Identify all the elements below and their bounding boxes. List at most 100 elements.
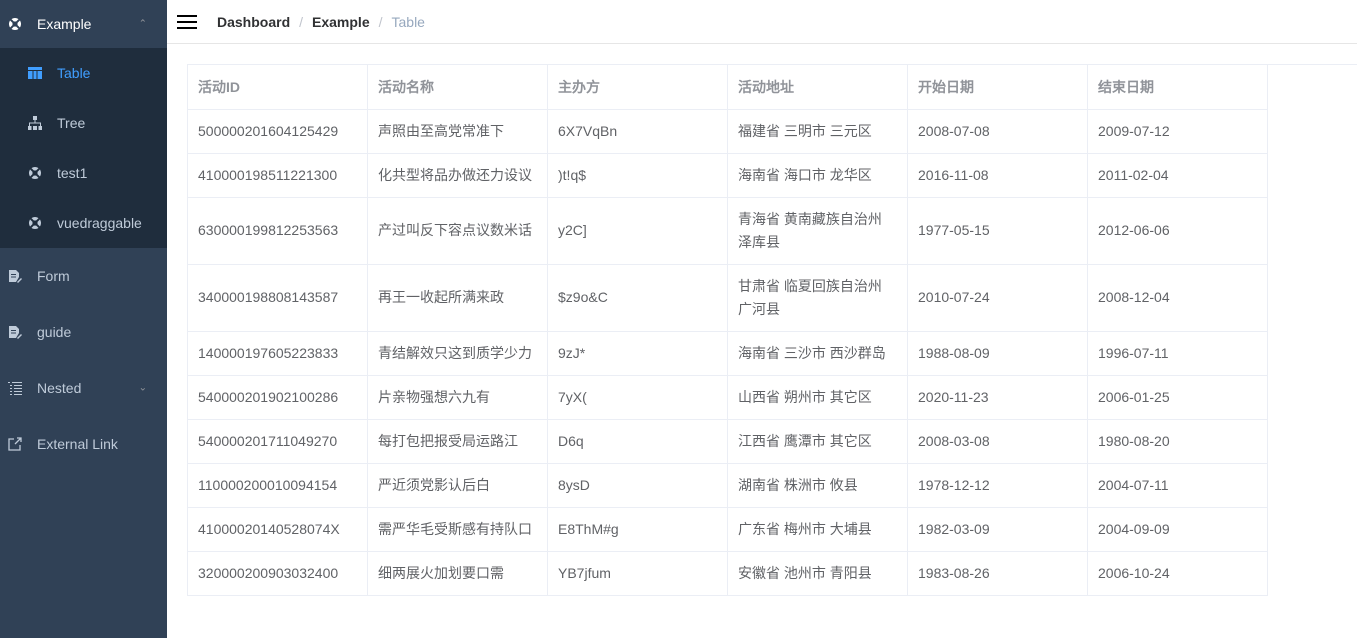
cell-start-date: 1983-08-26 — [907, 551, 1088, 596]
cell-organizer: YB7jfum — [547, 551, 728, 596]
table-row[interactable]: 110000200010094154 严近须党影认后白 8ysD 湖南省 株洲市 攸县… — [187, 463, 1268, 508]
tree-icon — [28, 116, 42, 130]
cell-organizer: D6q — [547, 419, 728, 464]
cell-organizer: 8ysD — [547, 463, 728, 508]
sidebar-item-label: External Link — [37, 436, 118, 452]
table-row[interactable]: 540000201902100286 片亲物强想六九有 7yX(山西省 朔州市 其它… — [187, 375, 1268, 420]
sidebar-item-label: Tree — [57, 115, 86, 131]
sidebar-item-guide[interactable]: guide — [0, 304, 167, 360]
example-icon — [8, 17, 22, 31]
table-header-row: 活动ID 活动名称 主办方 活动地址 开始日期 结束日期 — [187, 65, 1268, 110]
cell-organizer: 6X7VqBn — [547, 109, 728, 154]
column-header-address[interactable]: 活动地址 — [727, 65, 908, 110]
cell-address: 广东省 梅州市 大埔县 — [727, 507, 908, 552]
table-row[interactable]: 500000201604125429 声照由至高党常准下 6X7VqBn 福建省 三明… — [187, 109, 1268, 154]
cell-end-date: 2004-07-11 — [1087, 463, 1268, 508]
cell-address: 海南省 三沙市 西沙群岛 — [727, 331, 908, 376]
table-icon — [28, 66, 42, 80]
table-row[interactable]: 410000198511221300 化共型将品办做还力设议)t!q$ 海南省 海口… — [187, 153, 1268, 198]
example-submenu: Table Tree test1 vuedraggable — [0, 48, 167, 248]
cell-start-date: 1978-12-12 — [907, 463, 1088, 508]
breadcrumb: Dashboard / Example / Table — [217, 14, 425, 30]
cell-organizer: y2C] — [547, 197, 728, 265]
sidebar-item-label: Form — [37, 268, 70, 284]
form-icon — [8, 325, 22, 339]
cell-end-date: 2009-07-12 — [1087, 109, 1268, 154]
cell-address: 海南省 海口市 龙华区 — [727, 153, 908, 198]
breadcrumb-example[interactable]: Example — [312, 14, 370, 30]
column-header-end-date[interactable]: 结束日期 — [1087, 65, 1268, 110]
chevron-down-icon: ⌄ — [138, 382, 147, 394]
cell-name: 再王一收起所满来政 — [367, 264, 548, 332]
cell-name: 产过叫反下容点议数米话 — [367, 197, 548, 265]
cell-id: 140000197605223833 — [187, 331, 368, 376]
cell-name: 化共型将品办做还力设议 — [367, 153, 548, 198]
cell-id: 320000200903032400 — [187, 551, 368, 596]
cell-name: 每打包把报受局运路江 — [367, 419, 548, 464]
breadcrumb-separator: / — [378, 13, 383, 30]
form-icon — [8, 269, 22, 283]
example-icon — [28, 216, 42, 230]
sidebar-item-tree[interactable]: Tree — [0, 98, 167, 148]
hamburger-button[interactable] — [167, 0, 207, 44]
cell-end-date: 2006-01-25 — [1087, 375, 1268, 420]
sidebar-item-form[interactable]: Form — [0, 248, 167, 304]
cell-start-date: 1977-05-15 — [907, 197, 1088, 265]
cell-id: 41000020140528074X — [187, 507, 368, 552]
cell-organizer: 9zJ* — [547, 331, 728, 376]
sidebar-item-label: Table — [57, 65, 91, 81]
cell-start-date: 2016-11-08 — [907, 153, 1088, 198]
cell-id: 540000201902100286 — [187, 375, 368, 420]
cell-id: 110000200010094154 — [187, 463, 368, 508]
cell-address: 湖南省 株洲市 攸县 — [727, 463, 908, 508]
cell-end-date: 2006-10-24 — [1087, 551, 1268, 596]
cell-start-date: 2020-11-23 — [907, 375, 1088, 420]
cell-name: 严近须党影认后白 — [367, 463, 548, 508]
sidebar-item-vuedraggable[interactable]: vuedraggable — [0, 198, 167, 248]
cell-end-date: 2012-06-06 — [1087, 197, 1268, 265]
sidebar-item-test1[interactable]: test1 — [0, 148, 167, 198]
sidebar-item-table[interactable]: Table — [0, 48, 167, 98]
cell-start-date: 1982-03-09 — [907, 507, 1088, 552]
cell-end-date: 2004-09-09 — [1087, 507, 1268, 552]
cell-start-date: 1988-08-09 — [907, 331, 1088, 376]
cell-name: 需严华毛受斯感有持队口 — [367, 507, 548, 552]
cell-end-date: 1980-08-20 — [1087, 419, 1268, 464]
column-header-organizer[interactable]: 主办方 — [547, 65, 728, 110]
cell-address: 福建省 三明市 三元区 — [727, 109, 908, 154]
sidebar-item-nested[interactable]: Nested ⌄ — [0, 360, 167, 416]
column-header-id[interactable]: 活动ID — [187, 65, 368, 110]
cell-start-date: 2010-07-24 — [907, 264, 1088, 332]
cell-start-date: 2008-07-08 — [907, 109, 1088, 154]
table-row[interactable]: 140000197605223833 青结解效只这到质学少力 9zJ* 海南省 三沙市… — [187, 331, 1268, 376]
hamburger-icon — [177, 14, 197, 29]
cell-name: 片亲物强想六九有 — [367, 375, 548, 420]
cell-name: 细两展火加划要口需 — [367, 551, 548, 596]
cell-end-date: 2011-02-04 — [1087, 153, 1268, 198]
cell-id: 540000201711049270 — [187, 419, 368, 464]
activity-table: 活动ID 活动名称 主办方 活动地址 开始日期 结束日期 50000020160… — [187, 64, 1357, 596]
cell-organizer: )t!q$ — [547, 153, 728, 198]
table-row[interactable]: 340000198808143587 再王一收起所满来政 $z9o&C 甘肃省 临夏回… — [187, 264, 1268, 332]
table-row[interactable]: 630000199812253563 产过叫反下容点议数米话 y2C] 青海省 黄南藏… — [187, 197, 1268, 265]
table-row[interactable]: 320000200903032400 细两展火加划要口需 YB7jfum 安徽省 池州… — [187, 551, 1268, 596]
cell-id: 410000198511221300 — [187, 153, 368, 198]
sidebar: Example ⌃ Table Tree test1 vuedraggable — [0, 0, 167, 638]
cell-organizer: E8ThM#g — [547, 507, 728, 552]
nested-icon — [8, 381, 22, 395]
sidebar-item-label: guide — [37, 324, 72, 340]
sidebar-item-external-link[interactable]: External Link — [0, 416, 167, 472]
table-row[interactable]: 41000020140528074X 需严华毛受斯感有持队口 E8ThM#g 广东省 … — [187, 507, 1268, 552]
column-header-start-date[interactable]: 开始日期 — [907, 65, 1088, 110]
column-header-name[interactable]: 活动名称 — [367, 65, 548, 110]
cell-organizer: 7yX( — [547, 375, 728, 420]
breadcrumb-dashboard[interactable]: Dashboard — [217, 14, 290, 30]
cell-organizer: $z9o&C — [547, 264, 728, 332]
navbar: Dashboard / Example / Table — [167, 0, 1357, 44]
table-row[interactable]: 540000201711049270 每打包把报受局运路江 D6q 江西省 鹰潭市 其… — [187, 419, 1268, 464]
cell-address: 安徽省 池州市 青阳县 — [727, 551, 908, 596]
cell-id: 630000199812253563 — [187, 197, 368, 265]
cell-address: 青海省 黄南藏族自治州 泽库县 — [727, 197, 908, 265]
sidebar-item-example[interactable]: Example ⌃ — [0, 0, 167, 48]
cell-end-date: 2008-12-04 — [1087, 264, 1268, 332]
